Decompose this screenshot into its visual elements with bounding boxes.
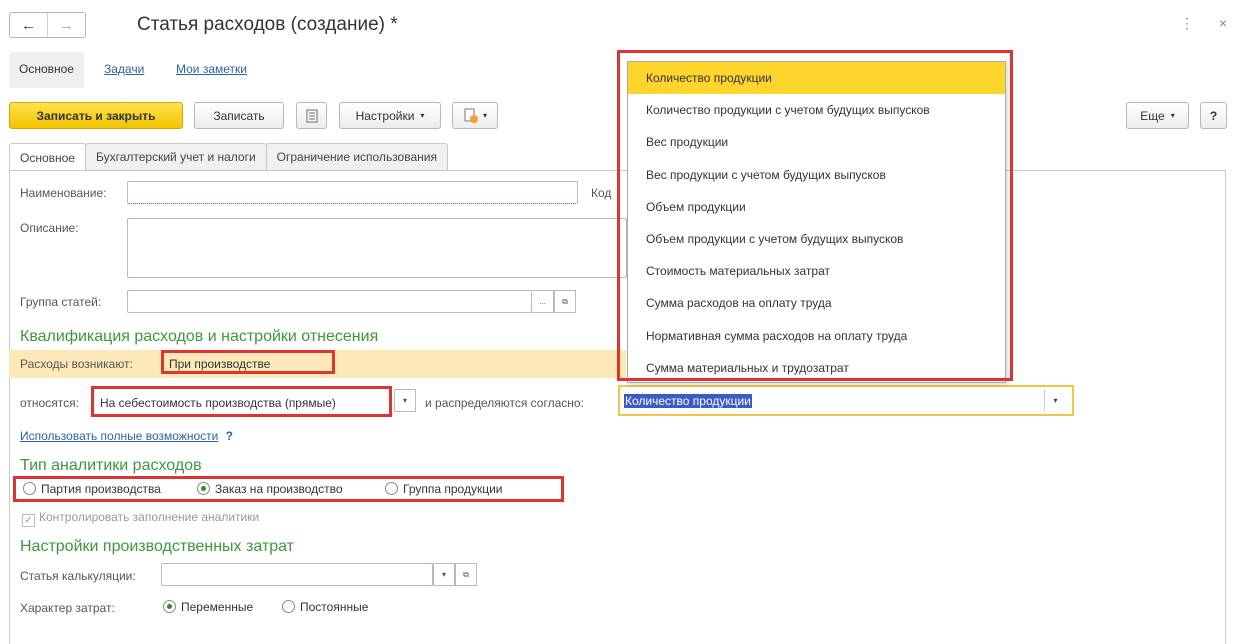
dropdown-highlight [617,50,1013,381]
calc-label: Статья калькуляции: [20,569,136,583]
report-icon[interactable] [296,102,327,129]
help-icon[interactable]: ? [226,429,233,443]
tab-main[interactable]: Основное [9,143,86,171]
radio-icon [385,482,398,495]
relate-select[interactable]: На себестоимость производства (прямые) [91,386,392,417]
tab-restrictions[interactable]: Ограничение использования [265,143,448,170]
distrib-select[interactable]: Количество продукции ▾ [618,385,1074,416]
nature-radio-2[interactable]: Постоянные [282,600,368,614]
radio-icon [163,600,176,613]
print-button[interactable]: ▾ [452,102,498,129]
nature-label: Характер затрат: [20,601,115,615]
close-icon[interactable]: × [1219,15,1227,31]
more-label: Еще [1140,108,1165,123]
settings-button[interactable]: Настройки ▾ [339,102,441,129]
checkbox-icon: ✓ [22,514,35,527]
control-checkbox[interactable]: ✓ Контролировать заполнение аналитики [22,510,259,527]
distrib-label: и распределяются согласно: [425,396,584,410]
relate-label: относятся: [20,396,79,410]
analytics-radio-1[interactable]: Партия производства [23,482,161,496]
nature-option-label: Постоянные [300,600,369,614]
analytics-option-label: Группа продукции [403,482,503,496]
save-button[interactable]: Записать [194,102,284,129]
group-select-button[interactable]: ... [532,290,554,313]
nature-radio-1[interactable]: Переменные [163,600,253,614]
use-full-link[interactable]: Использовать полные возможности ? [20,429,233,443]
nature-option-label: Переменные [181,600,254,614]
chevron-down-icon[interactable]: ▾ [433,563,455,586]
code-label: Код [591,186,612,200]
analytics-option-label: Партия производства [41,482,161,496]
forward-button[interactable]: → [47,13,85,37]
chevron-down-icon[interactable]: ▾ [394,389,416,412]
section-analytics-type: Тип аналитики расходов [20,457,202,474]
open-icon[interactable]: ⧉ [455,563,477,586]
use-full-text[interactable]: Использовать полные возможности [20,429,218,443]
tab-bar: Основное Бухгалтерский учет и налоги Огр… [9,143,448,171]
menu-icon[interactable]: ⋮ [1180,15,1194,32]
chevron-down-icon: ▾ [1170,111,1175,120]
radio-icon [282,600,295,613]
distrib-value: Количество продукции [624,394,752,408]
tab-accounting[interactable]: Бухгалтерский учет и налоги [84,143,267,170]
arise-label: Расходы возникают: [20,357,133,371]
window-title: Статья расходов (создание) * [137,14,398,35]
calc-input[interactable] [161,563,433,586]
group-input[interactable] [127,290,532,313]
name-label: Наименование: [20,186,107,200]
name-input[interactable] [127,181,578,204]
analytics-radio-3[interactable]: Группа продукции [385,482,502,496]
analytics-radio-2[interactable]: Заказ на производство [197,482,343,496]
settings-label: Настройки [355,108,415,123]
analytics-option-label: Заказ на производство [215,482,343,496]
section-qualification: Квалификация расходов и настройки отнесе… [20,328,379,345]
chevron-down-icon[interactable]: ▾ [1044,390,1066,411]
group-label: Группа статей: [20,295,102,309]
help-button[interactable]: ? [1200,102,1227,129]
radio-icon [23,482,36,495]
open-icon[interactable]: ⧉ [554,290,576,313]
back-button[interactable]: ← [10,13,47,37]
subtab-notes[interactable]: Мои заметки [176,62,247,76]
description-input[interactable] [127,218,627,278]
nav-buttons: ← → [9,12,86,38]
subtab-main[interactable]: Основное [9,52,84,88]
subtab-tasks[interactable]: Задачи [104,62,144,76]
section-production-costs: Настройки производственных затрат [20,538,294,555]
print-icon [464,108,478,123]
description-label: Описание: [20,221,79,235]
chevron-down-icon: ▾ [482,111,487,120]
control-label: Контролировать заполнение аналитики [39,510,260,524]
more-button[interactable]: Еще ▾ [1126,102,1189,129]
radio-icon [197,482,210,495]
chevron-down-icon: ▾ [420,111,425,120]
save-close-button[interactable]: Записать и закрыть [9,102,183,129]
arise-value[interactable]: При производстве [161,350,335,374]
